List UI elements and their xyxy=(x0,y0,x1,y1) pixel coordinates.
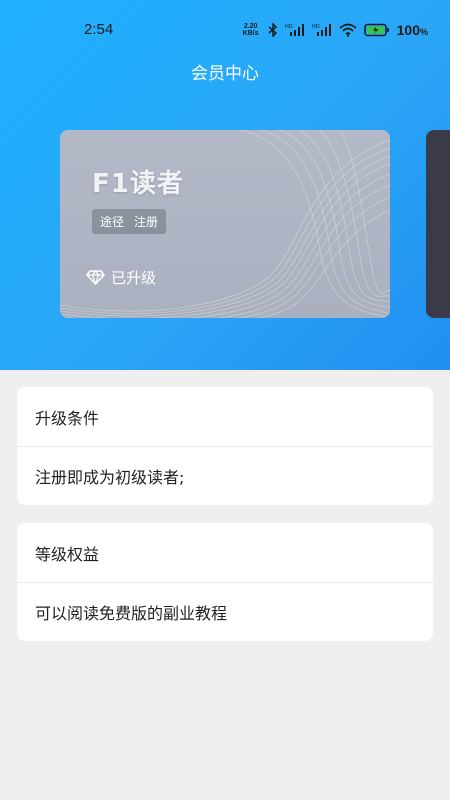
svg-text:HD: HD xyxy=(312,24,320,30)
member-level-card[interactable]: F1读者 途径 注册 已升级 xyxy=(60,130,390,318)
wifi-icon xyxy=(339,23,357,37)
network-speed: 2.20 KB/s xyxy=(241,23,261,37)
level-benefits-content: 可以阅读免费版的副业教程 xyxy=(17,582,433,641)
bluetooth-icon xyxy=(268,23,278,37)
hd-signal-icon: HD xyxy=(285,23,305,37)
status-icons: 2.20 KB/s HD HD 100% xyxy=(241,21,428,39)
status-bar: 2:54 2.20 KB/s HD HD 100% xyxy=(0,0,450,60)
upgrade-conditions-content: 注册即成为初级读者; xyxy=(17,446,433,505)
page-title: 会员中心 xyxy=(191,64,259,84)
upgrade-conditions-title: 升级条件 xyxy=(35,408,100,428)
card-path-tag: 途径 注册 xyxy=(92,209,167,234)
network-speed-value: 2.20 xyxy=(243,23,258,30)
battery-charging-icon xyxy=(363,23,390,37)
next-level-card-peek[interactable] xyxy=(426,130,450,318)
upgrade-conditions-panel: 升级条件 注册即成为初级读者; xyxy=(17,387,433,505)
card-level-name: F1读者 xyxy=(92,169,184,199)
card-upgrade-status: 已升级 xyxy=(86,267,156,288)
hd-signal-icon: HD xyxy=(312,23,332,37)
header-banner: 2:54 2.20 KB/s HD HD 100% 会员中心 F1读者 途径 注… xyxy=(0,0,450,370)
svg-text:HD: HD xyxy=(285,24,293,30)
card-status-text: 已升级 xyxy=(111,269,157,287)
card-path-value: 注册 xyxy=(134,215,159,229)
battery-level: 100% xyxy=(396,22,428,38)
status-time: 2:54 xyxy=(84,21,114,38)
level-benefits-title: 等级权益 xyxy=(35,544,100,564)
card-path-label: 途径 xyxy=(100,215,125,229)
network-speed-unit: KB/s xyxy=(242,30,259,37)
diamond-icon xyxy=(86,270,105,285)
level-benefits-panel: 等级权益 可以阅读免费版的副业教程 xyxy=(17,523,433,641)
